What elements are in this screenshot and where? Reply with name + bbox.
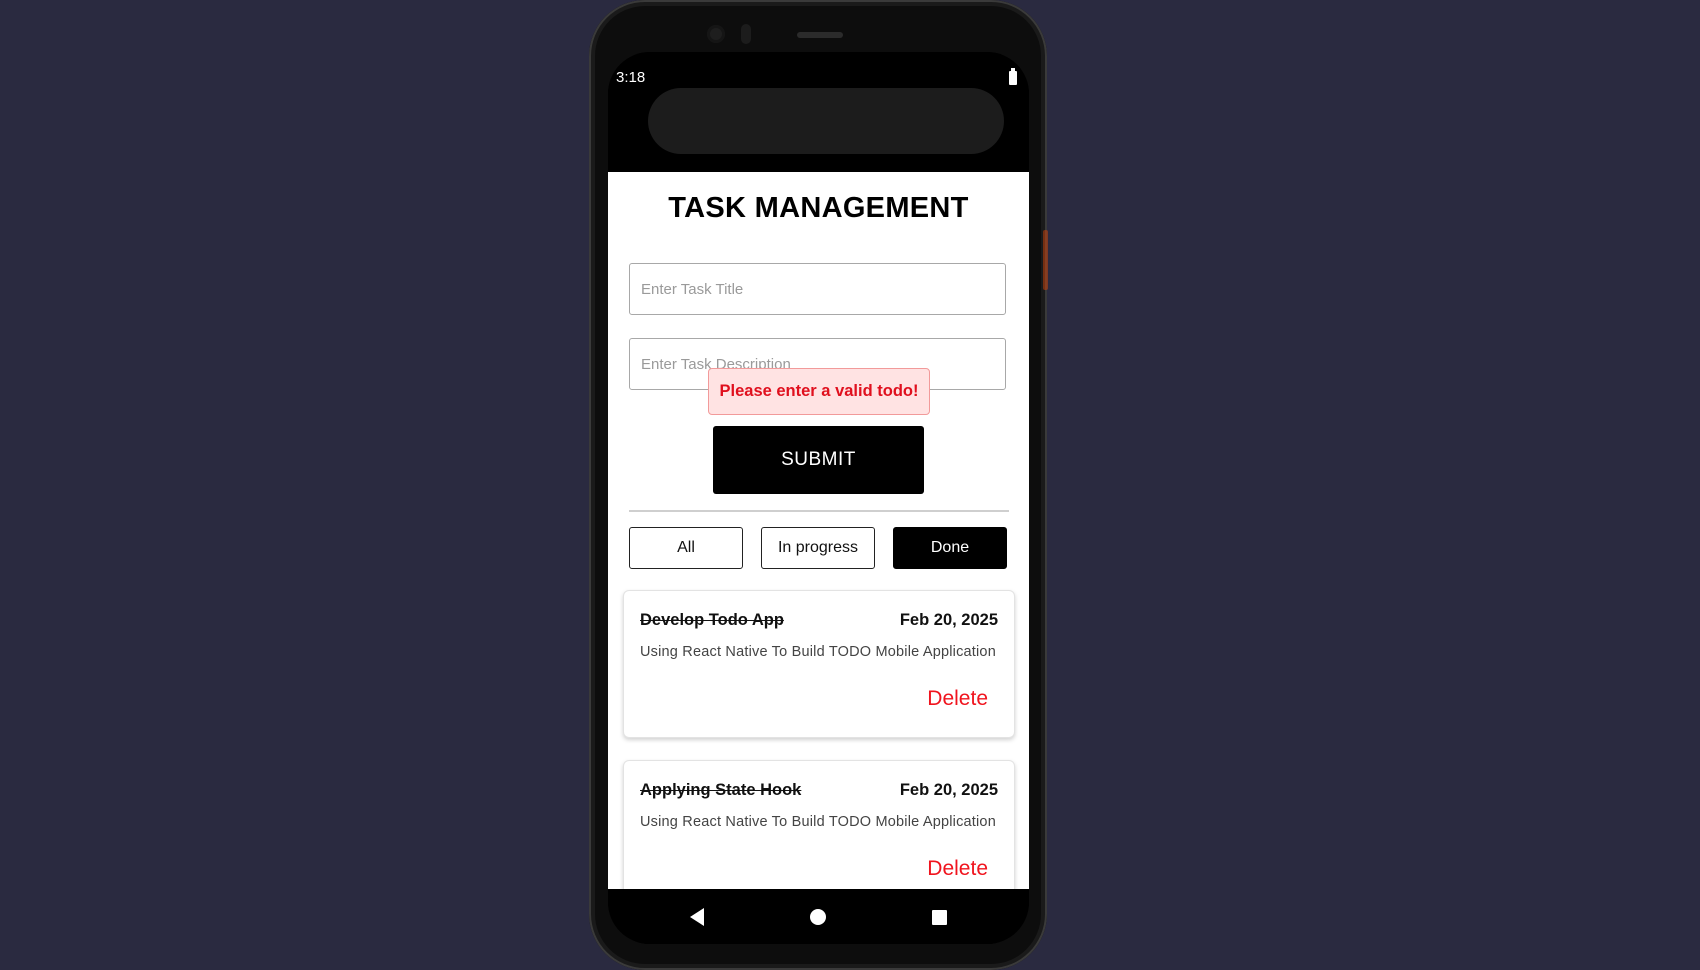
device-screen: 3:18 TASK MANAGEMENT Please enter a vali… xyxy=(608,52,1029,944)
task-title-input[interactable] xyxy=(629,263,1006,315)
filter-done-button[interactable]: Done xyxy=(893,527,1007,569)
status-clock: 3:18 xyxy=(616,69,646,86)
earpiece-speaker xyxy=(797,32,843,38)
task-description: Using React Native To Build TODO Mobile … xyxy=(640,814,996,830)
task-title: Develop Todo App xyxy=(640,611,784,629)
android-navigation-bar xyxy=(608,889,1029,944)
validation-error-message: Please enter a valid todo! xyxy=(708,368,930,415)
task-app: TASK MANAGEMENT Please enter a valid tod… xyxy=(608,172,1029,889)
filter-in-progress-button[interactable]: In progress xyxy=(761,527,875,569)
task-card: Develop Todo App Feb 20, 2025 Using Reac… xyxy=(623,590,1015,738)
divider xyxy=(629,510,1009,512)
home-icon[interactable] xyxy=(810,909,826,925)
proximity-sensor xyxy=(741,24,751,44)
side-power-button xyxy=(1043,230,1048,290)
status-bar: 3:18 xyxy=(608,52,1029,177)
battery-icon xyxy=(1009,68,1017,85)
submit-button[interactable]: SUBMIT xyxy=(713,426,924,494)
recents-icon[interactable] xyxy=(932,910,947,925)
task-description: Using React Native To Build TODO Mobile … xyxy=(640,644,996,660)
redacted-area xyxy=(648,88,1004,154)
task-title: Applying State Hook xyxy=(640,781,802,799)
task-card: Applying State Hook Feb 20, 2025 Using R… xyxy=(623,760,1015,889)
task-date: Feb 20, 2025 xyxy=(899,611,998,629)
page-title: TASK MANAGEMENT xyxy=(668,192,969,224)
back-icon[interactable] xyxy=(690,908,704,926)
delete-button[interactable]: Delete xyxy=(927,687,988,711)
front-camera-icon xyxy=(707,25,725,43)
delete-button[interactable]: Delete xyxy=(927,857,988,881)
filter-all-button[interactable]: All xyxy=(629,527,743,569)
task-date: Feb 20, 2025 xyxy=(899,781,998,799)
